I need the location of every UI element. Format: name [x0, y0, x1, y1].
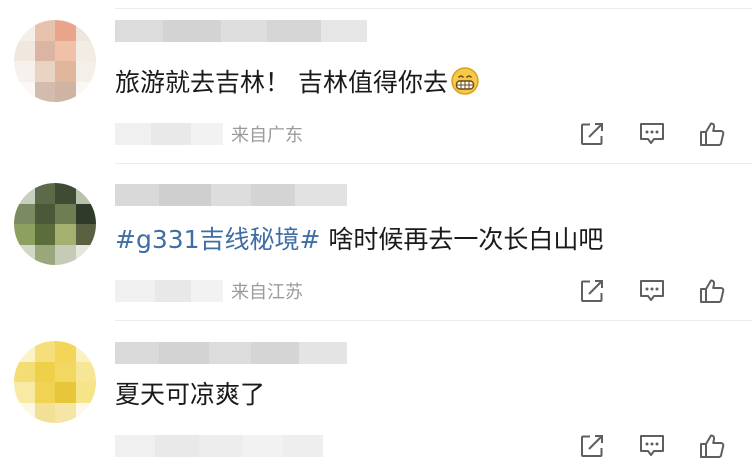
- topic-link[interactable]: #g331吉线秘境#: [115, 225, 320, 254]
- nickname-blurred[interactable]: [115, 20, 367, 42]
- comment-actions: [547, 276, 727, 306]
- comment-text: 夏天可凉爽了: [115, 378, 735, 412]
- share-button[interactable]: [577, 276, 607, 306]
- reply-icon: [640, 123, 664, 144]
- like-icon: [700, 279, 725, 303]
- comment-body: 啥时候再去一次长白山吧: [320, 225, 604, 254]
- nickname-blurred[interactable]: [115, 342, 347, 364]
- comment-meta: 来自广东: [115, 120, 303, 148]
- comment-body: 旅游就去吉林！ 吉林值得你去: [115, 68, 448, 97]
- avatar[interactable]: [14, 183, 96, 265]
- reply-button[interactable]: [637, 276, 667, 306]
- reply-button[interactable]: [637, 431, 667, 461]
- timestamp-blurred: [115, 435, 323, 457]
- avatar[interactable]: [14, 20, 96, 102]
- like-icon: [700, 122, 725, 146]
- divider: [115, 320, 752, 321]
- comment-meta: [115, 432, 331, 460]
- comment-text: #g331吉线秘境# 啥时候再去一次长白山吧: [115, 223, 735, 257]
- reply-icon: [640, 435, 664, 456]
- reply-icon: [640, 280, 664, 301]
- avatar[interactable]: [14, 341, 96, 423]
- location-source: 来自广东: [231, 125, 303, 146]
- comment-actions: [547, 431, 727, 461]
- comment-meta: 来自江苏: [115, 277, 303, 305]
- divider: [115, 163, 752, 164]
- share-icon: [581, 280, 603, 302]
- timestamp-blurred: [115, 123, 223, 145]
- divider: [115, 8, 752, 9]
- share-button[interactable]: [577, 119, 607, 149]
- location-source: 来自江苏: [231, 282, 303, 303]
- like-button[interactable]: [697, 276, 727, 306]
- reply-button[interactable]: [637, 119, 667, 149]
- comment-list: 旅游就去吉林！ 吉林值得你去 来自广东 #g331吉线秘境# 啥时候再去一次长白…: [0, 0, 752, 473]
- nickname-blurred[interactable]: [115, 184, 347, 206]
- share-icon: [581, 123, 603, 145]
- comment-body: 夏天可凉爽了: [115, 380, 266, 409]
- like-button[interactable]: [697, 431, 727, 461]
- share-button[interactable]: [577, 431, 607, 461]
- comment-text: 旅游就去吉林！ 吉林值得你去: [115, 66, 735, 100]
- like-icon: [700, 434, 725, 458]
- timestamp-blurred: [115, 280, 223, 302]
- share-icon: [581, 435, 603, 457]
- grinning-emoji-icon: [451, 67, 479, 95]
- like-button[interactable]: [697, 119, 727, 149]
- comment-actions: [547, 119, 727, 149]
